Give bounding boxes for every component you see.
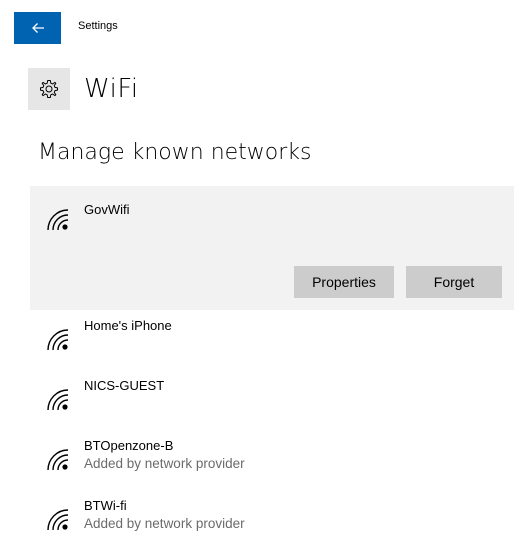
network-name: BTOpenzone-B bbox=[84, 438, 174, 453]
network-item-govwifi[interactable]: GovWifi Properties Forget bbox=[30, 186, 514, 310]
page-header: WiFi bbox=[28, 68, 139, 110]
network-item-nics-guest[interactable]: NICS-GUEST bbox=[30, 370, 514, 430]
section-title: Manage known networks bbox=[38, 140, 312, 165]
title-bar: Settings bbox=[0, 0, 514, 46]
network-item-homes-iphone[interactable]: Home's iPhone bbox=[30, 310, 514, 370]
wifi-icon bbox=[47, 329, 69, 351]
network-item-btopenzone-b[interactable]: BTOpenzone-B Added by network provider bbox=[30, 430, 514, 490]
forget-button[interactable]: Forget bbox=[406, 266, 502, 298]
app-title: Settings bbox=[78, 20, 118, 32]
wifi-icon bbox=[47, 389, 69, 411]
network-item-btwi-fi[interactable]: BTWi-fi Added by network provider bbox=[30, 490, 514, 550]
wifi-icon bbox=[47, 209, 69, 231]
network-name: GovWifi bbox=[84, 202, 130, 217]
network-provider-note: Added by network provider bbox=[84, 516, 245, 531]
network-name: Home's iPhone bbox=[84, 318, 172, 333]
properties-button[interactable]: Properties bbox=[294, 266, 394, 298]
back-button[interactable] bbox=[14, 12, 61, 44]
page-title: WiFi bbox=[84, 74, 139, 104]
network-name: NICS-GUEST bbox=[84, 378, 165, 393]
network-provider-note: Added by network provider bbox=[84, 456, 245, 471]
gear-icon bbox=[28, 68, 70, 110]
back-arrow-icon bbox=[31, 23, 44, 33]
wifi-icon bbox=[47, 509, 69, 531]
known-networks-list: GovWifi Properties Forget Home's iPhone … bbox=[30, 186, 514, 550]
network-name: BTWi-fi bbox=[84, 498, 127, 513]
wifi-icon bbox=[47, 449, 69, 471]
